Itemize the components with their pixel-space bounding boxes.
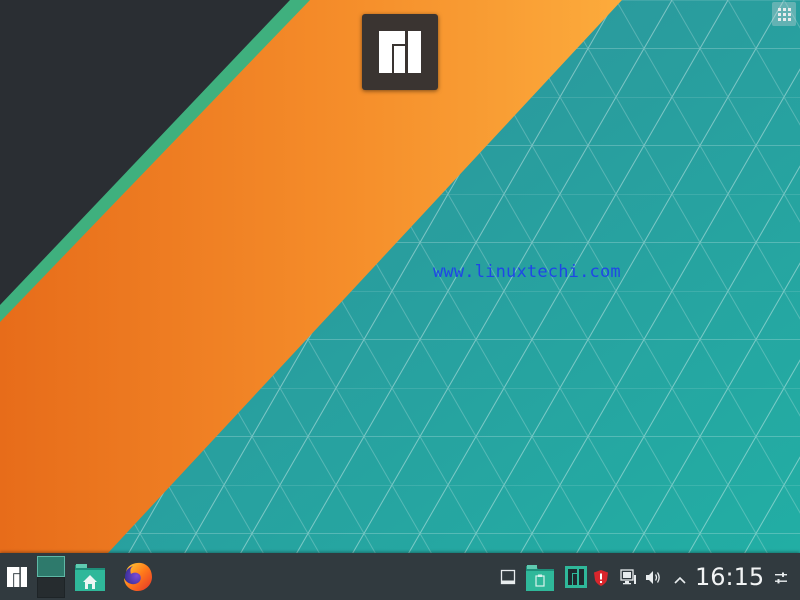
desktop-toolbox-button[interactable] bbox=[772, 2, 796, 26]
volume-tray-button[interactable] bbox=[645, 569, 662, 590]
update-shield-icon bbox=[594, 570, 608, 586]
grid-menu-icon bbox=[777, 7, 781, 11]
show-desktop-icon bbox=[500, 569, 516, 585]
network-icon bbox=[620, 569, 636, 585]
desktop[interactable]: www.linuxtechi.com bbox=[0, 0, 800, 553]
expand-system-tray-button[interactable] bbox=[673, 571, 687, 590]
show-desktop-button[interactable] bbox=[500, 569, 516, 589]
clipboard-folder-icon bbox=[526, 565, 554, 591]
taskbar: 16:15 bbox=[0, 553, 800, 600]
expand-tray-icon bbox=[674, 576, 686, 584]
virtual-desktop-1[interactable] bbox=[37, 556, 65, 577]
firefox-launcher[interactable] bbox=[121, 560, 155, 594]
manjaro-logo-icon bbox=[7, 567, 27, 587]
watermark-text: www.linuxtechi.com bbox=[433, 262, 621, 282]
virtual-desktop-2[interactable] bbox=[37, 577, 65, 598]
manjaro-settings-icon bbox=[565, 566, 587, 588]
manjaro-logo-icon bbox=[379, 31, 421, 73]
manjaro-settings-tray-button[interactable] bbox=[565, 566, 587, 592]
digital-clock[interactable]: 16:15 bbox=[695, 562, 764, 592]
panel-options-button[interactable] bbox=[774, 570, 788, 589]
file-manager-launcher[interactable] bbox=[73, 560, 107, 594]
clipboard-tray-button[interactable] bbox=[525, 563, 555, 597]
virtual-desktop-pager[interactable] bbox=[37, 556, 65, 598]
firefox-icon bbox=[124, 562, 152, 591]
manjaro-logo-widget bbox=[362, 14, 438, 90]
network-tray-button[interactable] bbox=[620, 569, 637, 590]
volume-icon bbox=[646, 571, 660, 584]
folder-home-icon bbox=[75, 564, 105, 591]
update-notifier-button[interactable] bbox=[594, 570, 608, 590]
application-launcher-button[interactable] bbox=[4, 564, 30, 590]
panel-options-icon bbox=[775, 572, 787, 584]
